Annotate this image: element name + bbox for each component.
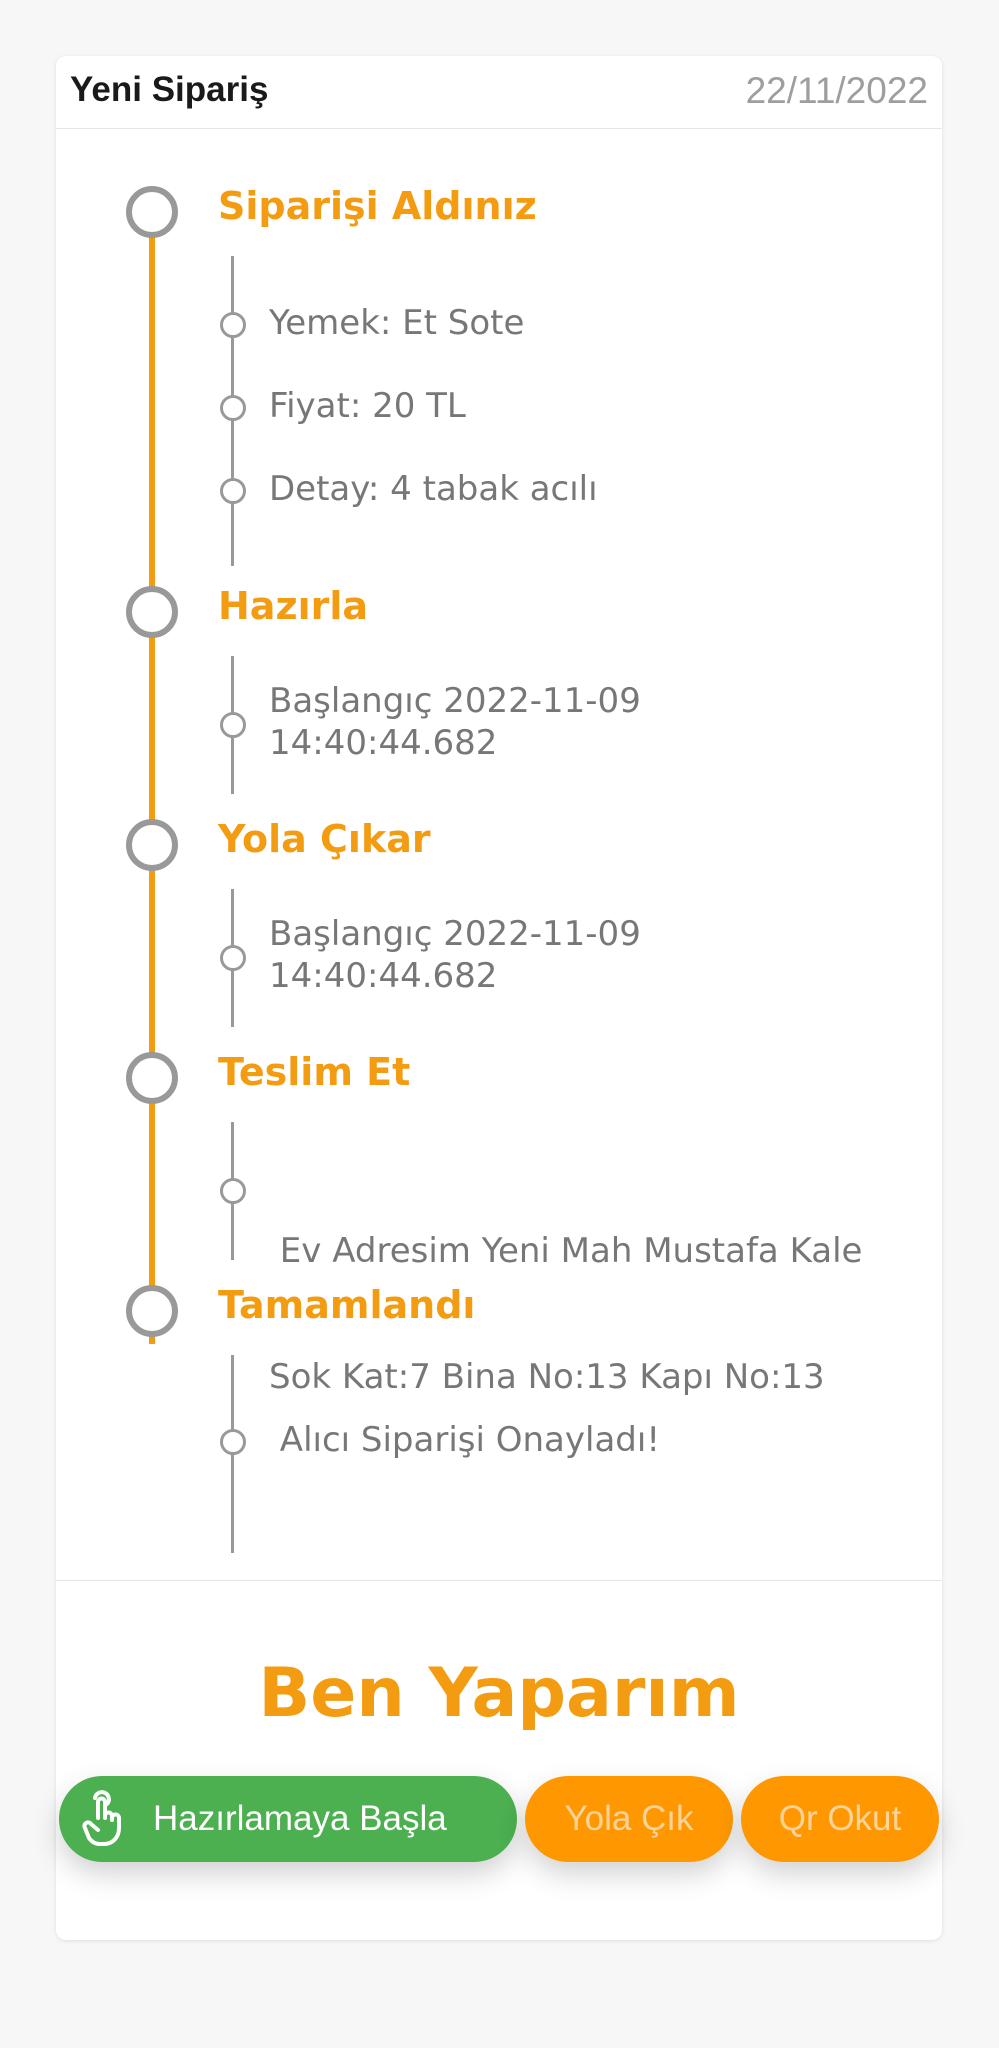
order-detail: Detay: 4 tabak acılı <box>269 469 598 509</box>
depart-start-label: Başlangıç 2022-11-09 <box>269 914 641 954</box>
delivery-address-line2: Sok Kat:7 Bina No:13 Kapı No:13 <box>269 1357 825 1397</box>
order-price: Fiyat: 20 TL <box>269 386 466 426</box>
prepare-start-time: Başlangıç 2022-11-09 14:40:44.682 <box>269 680 641 764</box>
sub-item-dot <box>220 1429 246 1455</box>
start-preparing-button[interactable]: Hazırlamaya Başla <box>59 1776 517 1862</box>
scan-qr-label: Qr Okut <box>778 1799 902 1838</box>
timeline-node-depart <box>126 819 178 871</box>
step-title-received: Siparişi Aldınız <box>218 184 537 228</box>
order-card: Yeni Sipariş 22/11/2022 Siparişi Aldınız… <box>56 56 942 1940</box>
step-title-prepare: Hazırla <box>218 584 368 628</box>
timeline-node-deliver <box>126 1052 178 1104</box>
step-title-depart: Yola Çıkar <box>218 817 431 861</box>
ben-yaparim-heading: Ben Yaparım <box>258 1654 740 1733</box>
go-on-road-button[interactable]: Yola Çık <box>525 1776 733 1862</box>
step-title-completed: Tamamlandı <box>218 1283 476 1327</box>
prepare-start-clock: 14:40:44.682 <box>269 723 498 763</box>
order-timeline: Siparişi Aldınız Yemek: Et Sote Fiyat: 2… <box>56 56 942 1556</box>
sub-item-dot <box>220 478 246 504</box>
scan-qr-button[interactable]: Qr Okut <box>741 1776 939 1862</box>
timeline-node-prepare <box>126 586 178 638</box>
step-title-deliver: Teslim Et <box>218 1050 411 1094</box>
sub-item-dot <box>220 1178 246 1204</box>
timeline-node-received <box>126 186 178 238</box>
delivery-address-line1: Ev Adresim Yeni Mah Mustafa Kale <box>269 1231 863 1271</box>
timeline-node-completed <box>126 1285 178 1337</box>
depart-start-clock: 14:40:44.682 <box>269 956 498 996</box>
go-on-road-label: Yola Çık <box>564 1799 694 1838</box>
depart-start-time: Başlangıç 2022-11-09 14:40:44.682 <box>269 913 641 997</box>
order-food: Yemek: Et Sote <box>269 303 525 343</box>
section-divider <box>56 1580 942 1581</box>
start-preparing-label: Hazırlamaya Başla <box>153 1799 447 1838</box>
sub-item-dot <box>220 945 246 971</box>
sub-item-dot <box>220 395 246 421</box>
hand-tap-icon <box>81 1790 127 1848</box>
prepare-start-label: Başlangıç 2022-11-09 <box>269 681 641 721</box>
timeline-main-line <box>149 214 155 1344</box>
sub-item-dot <box>220 312 246 338</box>
completed-message: Alıcı Siparişi Onayladı! <box>269 1420 660 1460</box>
sub-item-dot <box>220 712 246 738</box>
